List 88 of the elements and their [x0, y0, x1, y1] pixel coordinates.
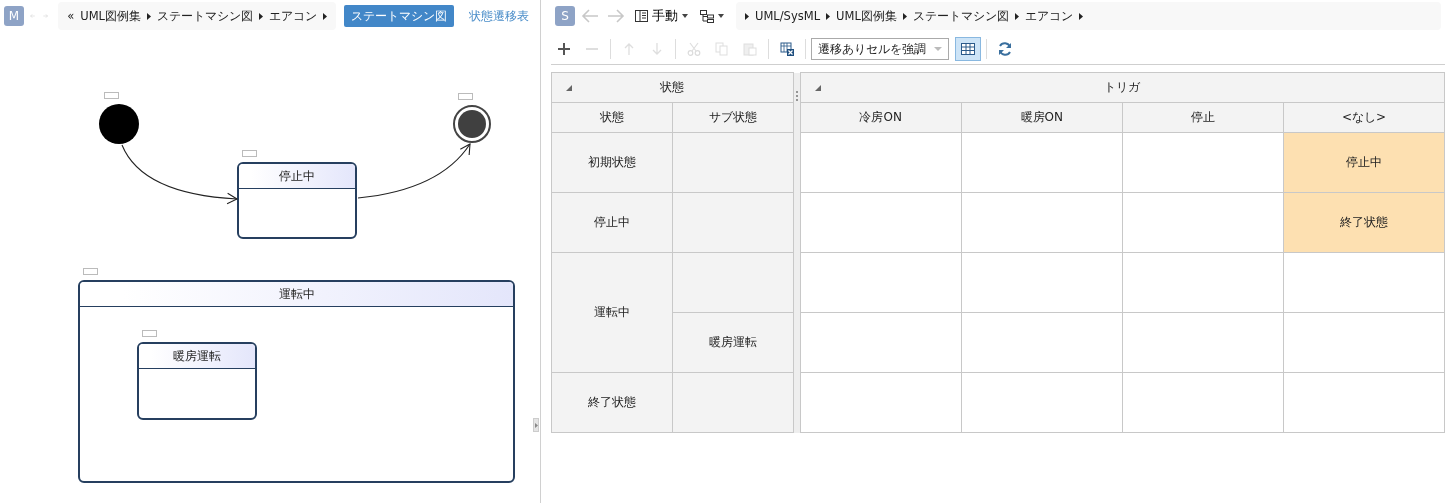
transition-cell[interactable]: [961, 372, 1123, 433]
state-name: 運転中: [278, 285, 315, 303]
layout-mode-button[interactable]: 手動: [631, 7, 692, 25]
grid-icon: [961, 43, 975, 55]
state-name: 暖房運転: [173, 347, 221, 365]
transition-cell[interactable]: [800, 372, 962, 433]
hierarchy-icon: [700, 9, 714, 23]
breadcrumb-item[interactable]: UML/SysML: [755, 9, 821, 23]
panel-icon: [635, 10, 648, 22]
highlight-dropdown[interactable]: 遷移ありセルを強調: [811, 38, 949, 60]
view-tab[interactable]: 状態遷移表: [462, 5, 536, 27]
paste-icon: [743, 42, 757, 56]
tag-marker: [458, 93, 473, 100]
caret-icon: [826, 12, 831, 20]
breadcrumb-item[interactable]: UML図例集: [80, 8, 141, 24]
tag-marker: [242, 150, 257, 157]
substate-cell[interactable]: [672, 132, 794, 193]
transition-cell[interactable]: [961, 132, 1123, 193]
up-arrow-icon: [622, 42, 636, 56]
transition-cell[interactable]: [1122, 192, 1284, 253]
transition-cell[interactable]: [800, 132, 962, 193]
column-header: 冷房ON: [800, 102, 962, 133]
transition-cell[interactable]: [1283, 312, 1445, 373]
caret-icon: [902, 12, 907, 20]
state-cell[interactable]: 停止中: [551, 192, 673, 253]
grip-icon[interactable]: [795, 90, 798, 103]
initial-state-node: [99, 104, 139, 144]
substate-cell[interactable]: [672, 252, 794, 313]
breadcrumb-item[interactable]: ステートマシン図: [157, 8, 253, 24]
transition-cell[interactable]: [1283, 372, 1445, 433]
state-cell[interactable]: 運転中: [551, 252, 673, 373]
transition-cell[interactable]: [961, 252, 1123, 313]
transition-cell[interactable]: 終了状態: [1283, 192, 1445, 253]
plus-icon: [557, 42, 571, 56]
column-header: 停止: [1122, 102, 1284, 133]
caret-icon: [1078, 12, 1083, 20]
caret-icon: [259, 12, 263, 20]
transition-cell[interactable]: [1122, 372, 1284, 433]
table-export-icon: [780, 42, 794, 56]
state-cell[interactable]: 初期状態: [551, 132, 673, 193]
caret-icon: [534, 422, 538, 428]
down-arrow-icon: [650, 42, 664, 56]
group-header: 状態: [551, 72, 794, 103]
tag-marker: [104, 92, 119, 99]
transition-cell[interactable]: [800, 312, 962, 373]
caret-icon: [323, 12, 327, 20]
transition-cell[interactable]: [1283, 252, 1445, 313]
tag-marker: [142, 330, 157, 337]
scissors-icon: [687, 42, 701, 56]
state-cell[interactable]: 終了状態: [551, 372, 673, 433]
caret-icon: [682, 14, 688, 18]
refresh-icon: [997, 41, 1013, 57]
column-header: <なし>: [1283, 102, 1445, 133]
tag-marker: [83, 268, 98, 275]
transition-cell[interactable]: [1122, 312, 1284, 373]
caret-icon: [1014, 12, 1019, 20]
substate-cell[interactable]: 暖房運転: [672, 312, 794, 373]
transition-cell[interactable]: [961, 312, 1123, 373]
back-icon[interactable]: [581, 9, 599, 23]
transition-cell[interactable]: [961, 192, 1123, 253]
state-name: 停止中: [279, 167, 315, 185]
breadcrumb-item[interactable]: ステートマシン図: [912, 8, 1009, 24]
breadcrumb-back[interactable]: «: [67, 9, 75, 23]
grid-view-button[interactable]: [955, 37, 981, 61]
transition-cell[interactable]: [1122, 132, 1284, 193]
copy-icon: [715, 42, 729, 56]
caret-icon: [147, 12, 151, 20]
column-header: サブ状態: [672, 102, 794, 133]
breadcrumb-item[interactable]: エアコン: [1024, 8, 1073, 24]
group-header: トリガ: [800, 72, 1445, 103]
view-tab[interactable]: ステートマシン図: [344, 5, 454, 27]
transition-cell[interactable]: 停止中: [1283, 132, 1445, 193]
final-state-node: [453, 105, 491, 143]
column-header: 状態: [551, 102, 673, 133]
breadcrumb-item[interactable]: エアコン: [269, 8, 317, 24]
transition-cell[interactable]: [1122, 252, 1284, 313]
caret-icon: [718, 14, 724, 18]
column-header: 暖房ON: [961, 102, 1123, 133]
caret-icon: [745, 12, 749, 20]
substate-cell[interactable]: [672, 192, 794, 253]
breadcrumb-item[interactable]: UML図例集: [836, 8, 897, 24]
collapse-handle[interactable]: [533, 418, 539, 432]
substate-cell[interactable]: [672, 372, 794, 433]
dropdown-value: 遷移ありセルを強調: [818, 40, 926, 58]
transition-cell[interactable]: [800, 192, 962, 253]
forward-icon[interactable]: [607, 9, 625, 23]
transition-cell[interactable]: [800, 252, 962, 313]
caret-icon: [934, 47, 942, 51]
